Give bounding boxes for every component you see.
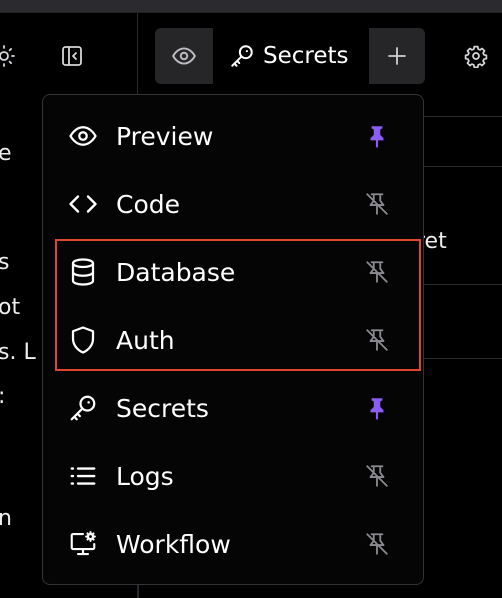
eye-icon (172, 47, 196, 65)
code-icon (67, 188, 99, 220)
menu-item-preview[interactable]: Preview (43, 106, 423, 166)
menu-item-label: Database (116, 257, 236, 287)
bg-text-fragment: s. L (0, 340, 36, 365)
bg-row-divider (424, 166, 502, 167)
key-icon (67, 392, 99, 424)
menu-item-label: Auth (116, 325, 175, 355)
bg-row-divider (424, 358, 502, 359)
menu-item-label: Code (116, 189, 181, 219)
unpin-icon[interactable] (363, 326, 391, 354)
menu-item-code[interactable]: Code (43, 174, 423, 234)
sun-icon[interactable] (0, 42, 18, 70)
bg-text-fragment: ot (0, 295, 21, 320)
menu-item-workflow[interactable]: Workflow (43, 514, 423, 574)
unpin-icon[interactable] (363, 530, 391, 558)
tab-secrets-label: Secrets (263, 43, 349, 69)
settings-gear-icon[interactable] (460, 40, 492, 72)
menu-item-logs[interactable]: Logs (43, 446, 423, 506)
unpin-icon[interactable] (363, 190, 391, 218)
pin-icon[interactable] (363, 122, 391, 150)
shield-icon (67, 324, 99, 356)
window-top-strip (0, 0, 502, 12)
tab-secrets[interactable]: Secrets (213, 28, 369, 84)
menu-item-label: Logs (116, 461, 174, 491)
sidebar-toggle-icon[interactable] (56, 40, 88, 72)
menu-item-label: Preview (116, 121, 214, 151)
plus-icon (388, 47, 406, 65)
add-tab-button[interactable] (369, 28, 425, 84)
bottom-divider (138, 585, 139, 598)
bg-row-divider (424, 116, 502, 117)
menu-item-label: Workflow (116, 529, 231, 559)
list-icon (67, 460, 99, 492)
bg-text-fragment: n (0, 506, 12, 531)
bg-text-fragment: e (0, 141, 12, 166)
bg-row-divider (424, 284, 502, 285)
bg-text-fragment: : (0, 384, 5, 409)
bg-text-fragment: s (0, 250, 10, 275)
database-icon (67, 256, 99, 288)
tab-preview[interactable] (155, 28, 213, 84)
monitor-gear-icon (67, 528, 99, 560)
menu-item-database[interactable]: Database (43, 242, 423, 302)
unpin-icon[interactable] (363, 258, 391, 286)
menu-item-label: Secrets (116, 393, 209, 423)
top-divider (0, 12, 502, 13)
menu-item-secrets[interactable]: Secrets (43, 378, 423, 438)
menu-item-auth[interactable]: Auth (43, 310, 423, 370)
key-icon (231, 45, 253, 67)
unpin-icon[interactable] (363, 462, 391, 490)
eye-icon (67, 120, 99, 152)
panel-picker-menu: Preview Code Database Auth Secrets Logs … (42, 94, 424, 585)
pin-icon[interactable] (363, 394, 391, 422)
